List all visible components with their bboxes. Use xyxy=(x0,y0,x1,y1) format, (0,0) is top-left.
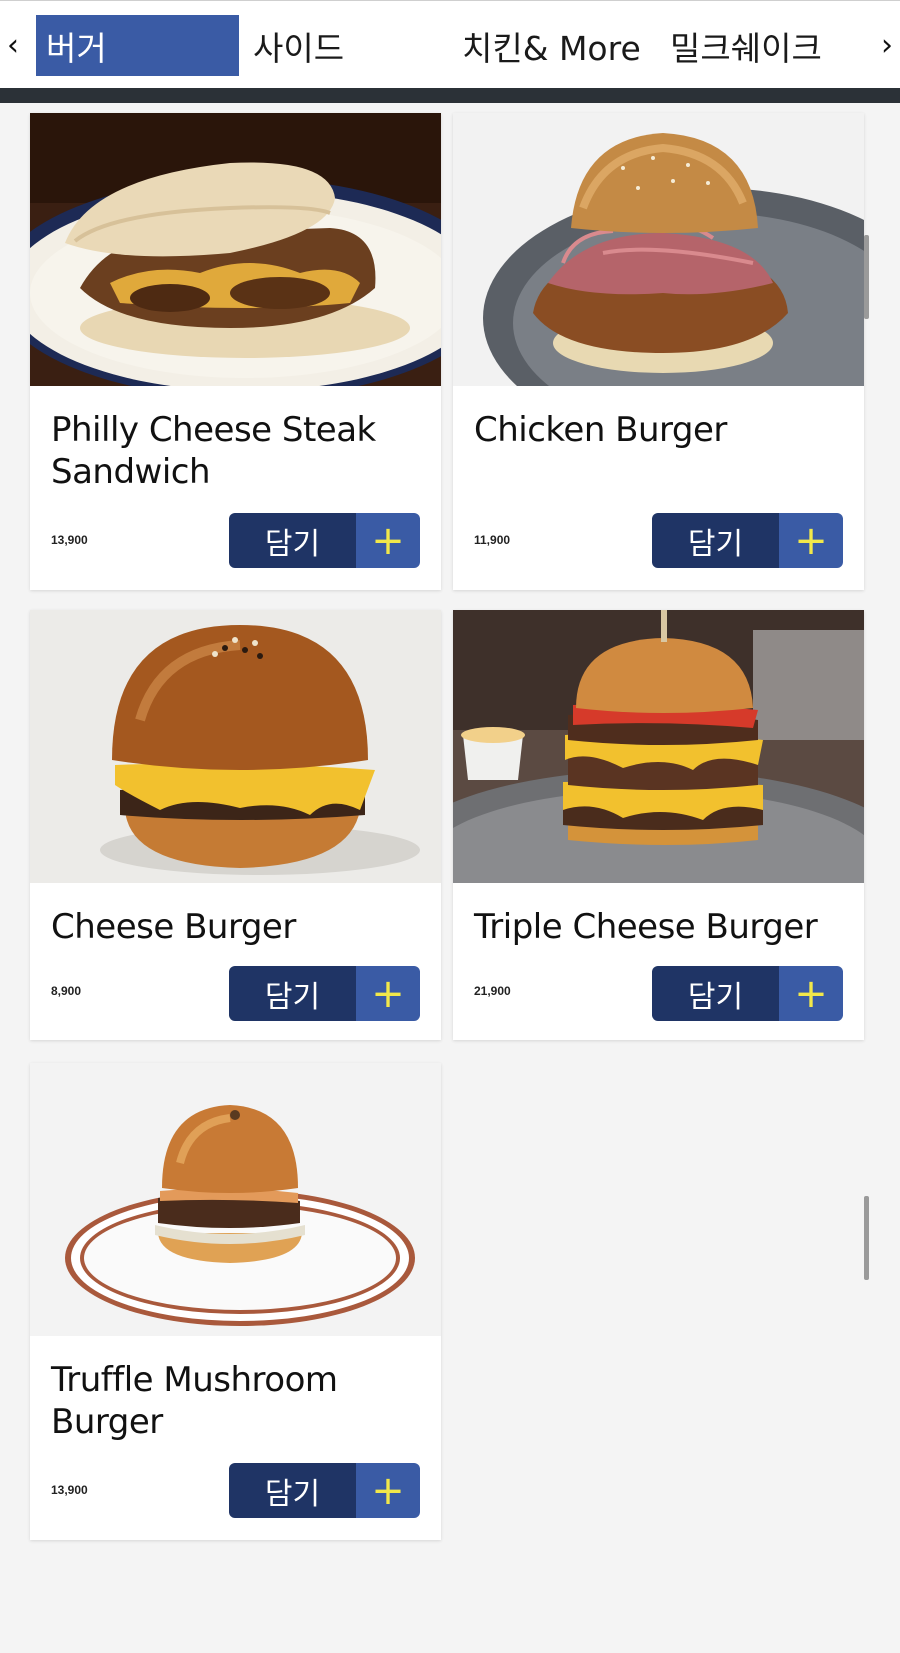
tab-burger[interactable]: 버거 xyxy=(36,15,239,76)
category-tab-bar: ‹ 버거 사이드 치킨& More 밀크쉐이크 › xyxy=(0,0,900,88)
product-price: 13,900 xyxy=(51,533,88,547)
add-to-cart-label: 담기 xyxy=(229,513,356,568)
plus-icon: + xyxy=(356,966,420,1021)
product-name: Cheese Burger xyxy=(51,907,296,947)
product-name: Philly Cheese Steak Sandwich xyxy=(51,410,376,492)
add-to-cart-button[interactable]: 담기 + xyxy=(229,1463,420,1518)
tab-bar-divider xyxy=(0,88,900,103)
product-image-chicken-burger xyxy=(453,113,864,386)
product-image-truffle-mushroom xyxy=(30,1063,441,1336)
product-name: Chicken Burger xyxy=(474,410,727,450)
scrollbar-thumb-top[interactable] xyxy=(864,235,869,319)
plus-icon: + xyxy=(779,513,843,568)
add-to-cart-label: 담기 xyxy=(652,513,779,568)
tab-side[interactable]: 사이드 xyxy=(253,15,344,76)
scrollbar-thumb-bottom[interactable] xyxy=(864,1196,869,1280)
add-to-cart-label: 담기 xyxy=(229,966,356,1021)
product-card-chicken-burger[interactable]: Chicken Burger 11,900 담기 + xyxy=(453,113,864,590)
product-image-cheese-burger xyxy=(30,610,441,883)
product-price: 21,900 xyxy=(474,984,511,998)
add-to-cart-label: 담기 xyxy=(229,1463,356,1518)
plus-icon: + xyxy=(779,966,843,1021)
product-price: 8,900 xyxy=(51,984,82,998)
add-to-cart-button[interactable]: 담기 + xyxy=(652,966,843,1021)
product-image-philly xyxy=(30,113,441,386)
product-name: Truffle Mushroom Burger xyxy=(51,1360,338,1442)
add-to-cart-button[interactable]: 담기 + xyxy=(652,513,843,568)
add-to-cart-button[interactable]: 담기 + xyxy=(229,513,420,568)
plus-icon: + xyxy=(356,513,420,568)
tab-chicken-more[interactable]: 치킨& More xyxy=(462,15,641,76)
product-name: Triple Cheese Burger xyxy=(474,907,818,947)
product-price: 11,900 xyxy=(474,533,511,547)
product-image-triple-cheese xyxy=(453,610,864,883)
add-to-cart-button[interactable]: 담기 + xyxy=(229,966,420,1021)
product-card-philly[interactable]: Philly Cheese Steak Sandwich 13,900 담기 + xyxy=(30,113,441,590)
chevron-left-icon[interactable]: ‹ xyxy=(0,23,26,67)
chevron-right-icon[interactable]: › xyxy=(874,23,900,67)
tab-milkshake[interactable]: 밀크쉐이크 xyxy=(670,15,822,76)
product-card-truffle-mushroom[interactable]: Truffle Mushroom Burger 13,900 담기 + xyxy=(30,1063,441,1540)
product-card-triple-cheese[interactable]: Triple Cheese Burger 21,900 담기 + xyxy=(453,610,864,1040)
add-to-cart-label: 담기 xyxy=(652,966,779,1021)
product-price: 13,900 xyxy=(51,1483,88,1497)
product-card-cheese-burger[interactable]: Cheese Burger 8,900 담기 + xyxy=(30,610,441,1040)
plus-icon: + xyxy=(356,1463,420,1518)
